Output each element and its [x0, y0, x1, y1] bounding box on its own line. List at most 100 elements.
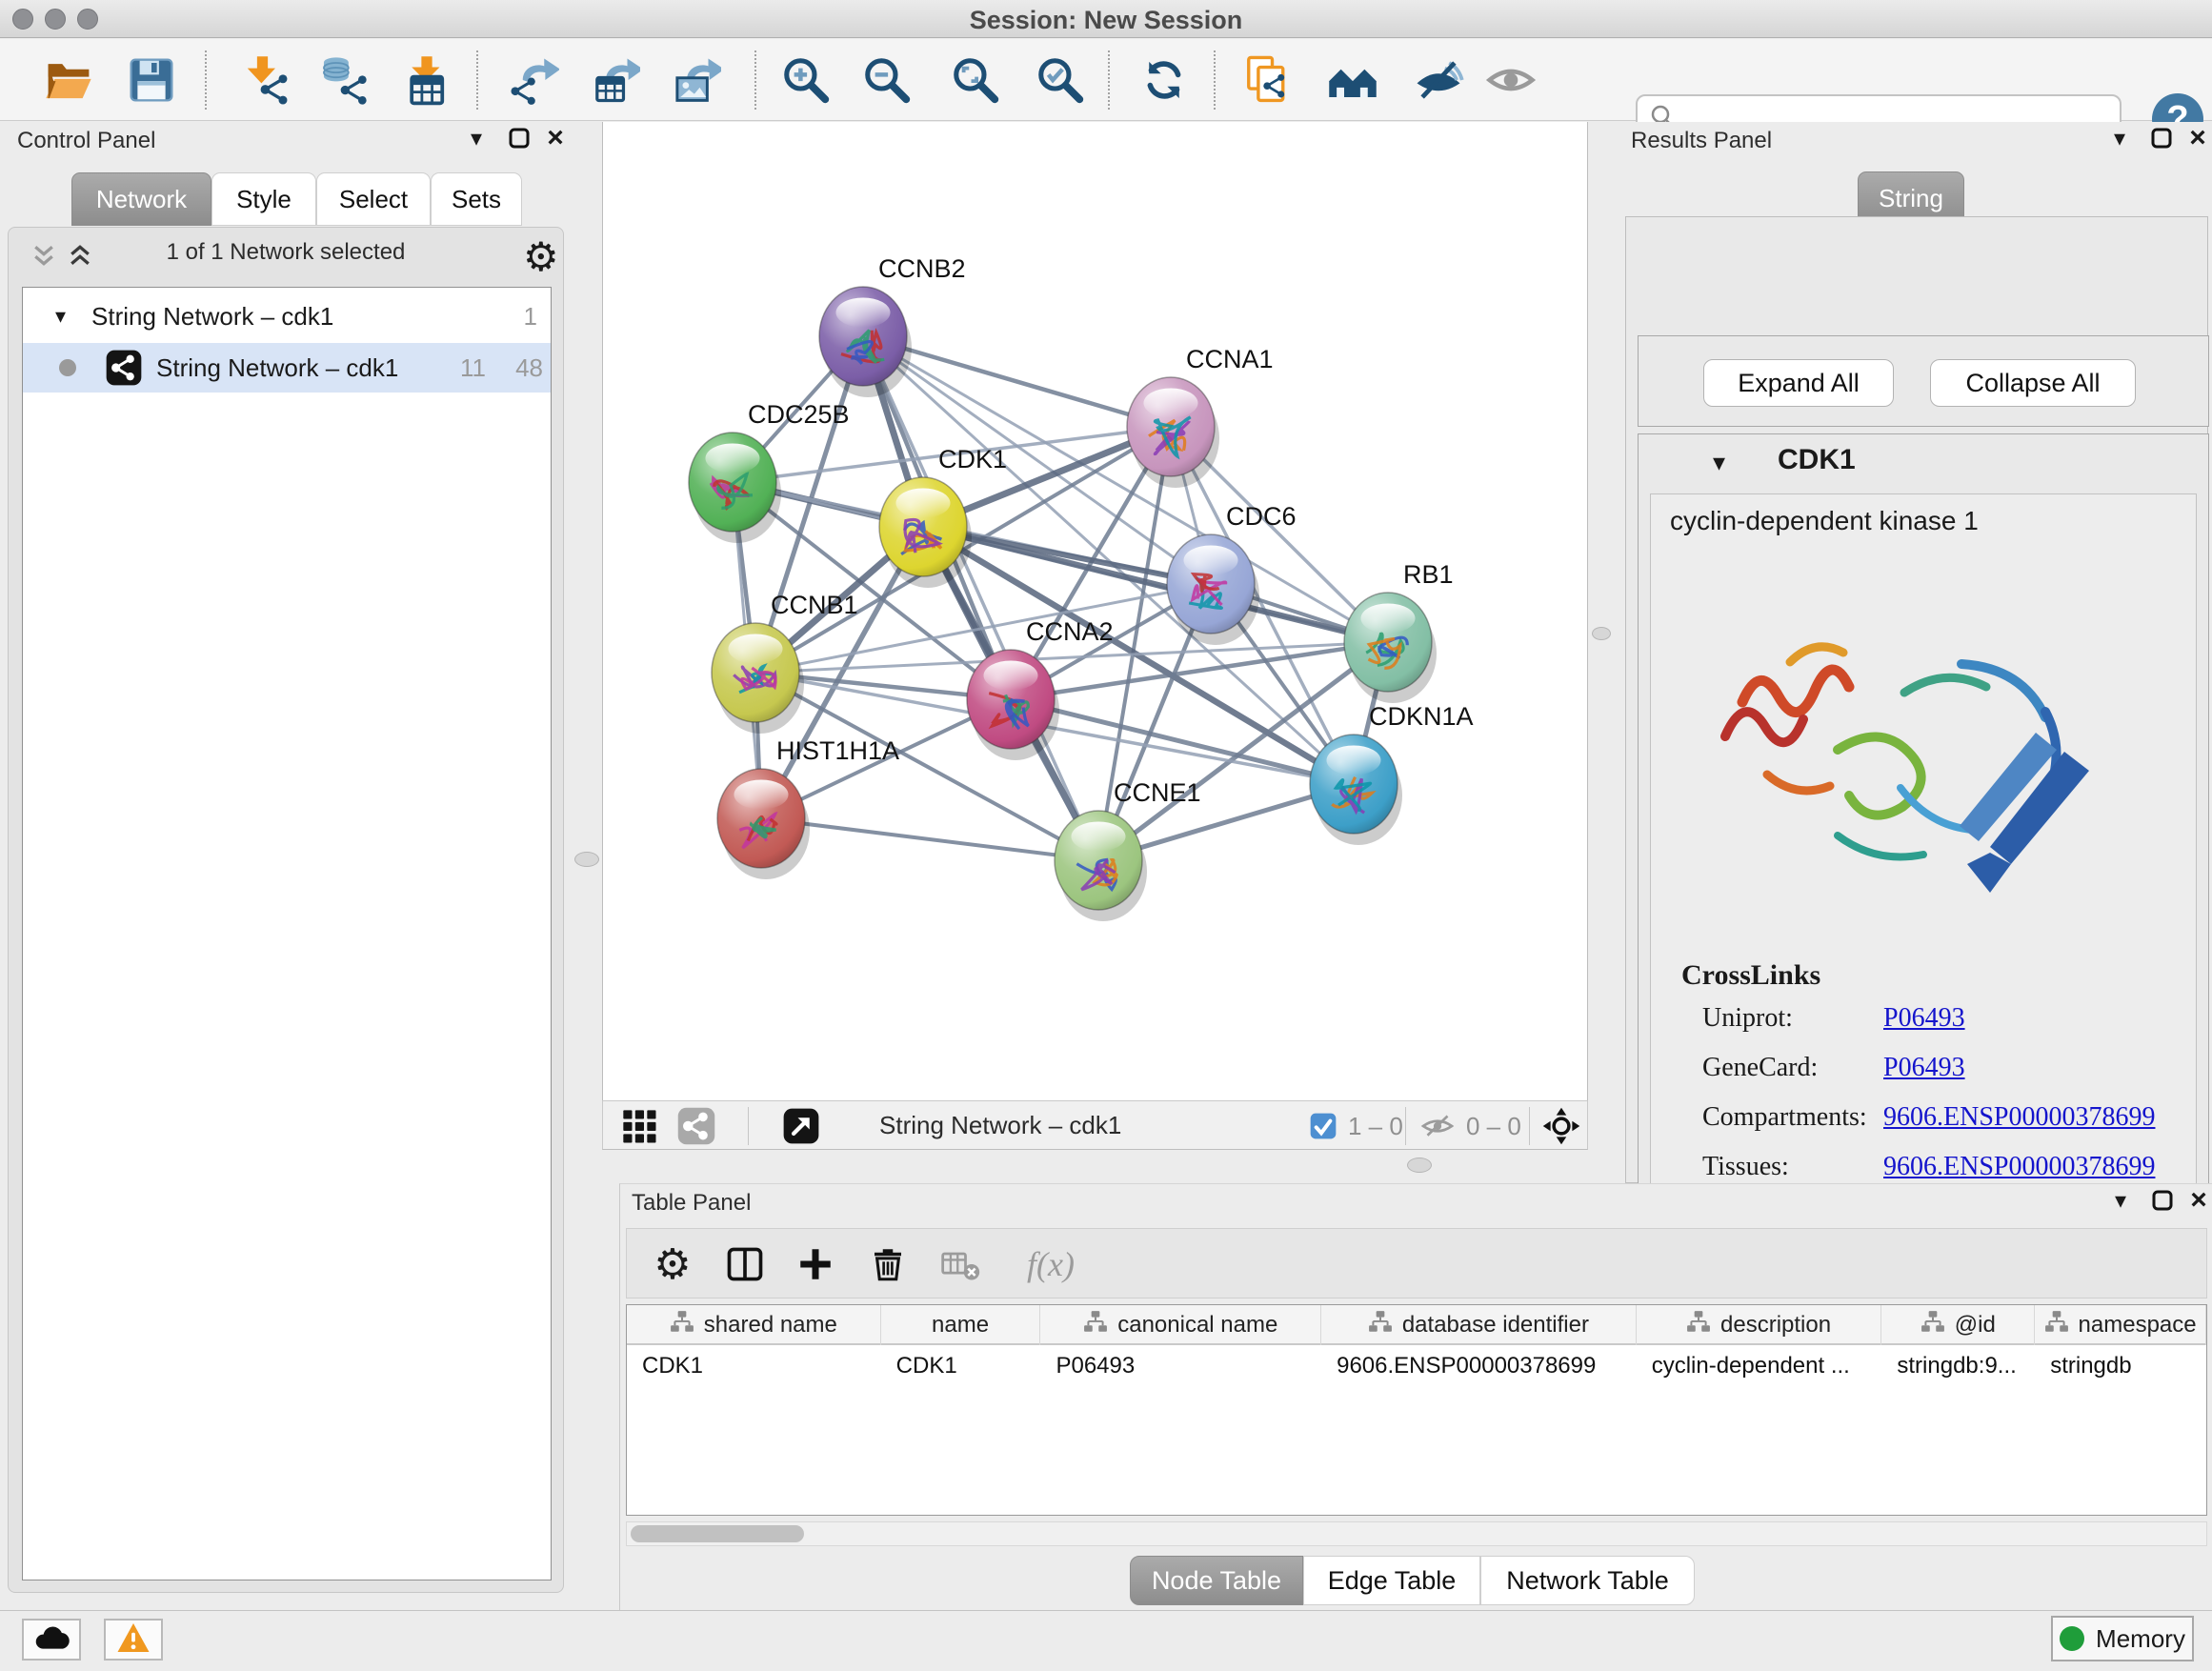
import-table-icon[interactable] [400, 53, 453, 107]
protein-description: cyclin-dependent kinase 1 [1670, 506, 1979, 536]
zoom-fit-icon[interactable] [949, 53, 1002, 107]
left-splitter-handle[interactable] [574, 852, 599, 867]
network-node-RB1[interactable]: RB1 [1344, 560, 1454, 703]
tab-node-table[interactable]: Node Table [1130, 1556, 1303, 1605]
two-houses-icon[interactable] [1326, 53, 1379, 107]
column-header--id[interactable]: @id [1881, 1305, 2035, 1345]
collection-name: String Network – cdk1 [91, 302, 333, 332]
export-network-icon[interactable] [507, 53, 560, 107]
crosslink-value-link[interactable]: 9606.ENSP00000378699 [1883, 1152, 2155, 1182]
panel-close-icon[interactable]: × [539, 122, 572, 154]
delete-column-trash-icon[interactable] [863, 1239, 913, 1289]
add-column-plus-icon[interactable] [791, 1239, 840, 1289]
show-all-eye-icon[interactable] [1484, 53, 1538, 107]
edge-CCNB2-CCNE1[interactable] [863, 336, 1098, 860]
zoom-out-icon[interactable] [860, 53, 914, 107]
save-session-icon[interactable] [125, 53, 178, 107]
selected-checkbox-icon[interactable] [1306, 1105, 1340, 1147]
expand-all-button[interactable]: Expand All [1703, 359, 1894, 407]
refresh-icon[interactable] [1137, 53, 1191, 107]
table-cell[interactable]: P06493 [1040, 1347, 1321, 1385]
collapse-all-button[interactable]: Collapse All [1930, 359, 2136, 407]
tab-style[interactable]: Style [211, 172, 316, 226]
edge-HIST1H1A-CCNE1[interactable] [761, 818, 1098, 860]
open-in-window-icon[interactable] [780, 1105, 822, 1147]
memory-button[interactable]: Memory [2051, 1616, 2194, 1661]
panel-close-icon[interactable]: × [2182, 1184, 2212, 1217]
table-cell[interactable]: stringdb [2035, 1347, 2206, 1385]
memory-label: Memory [2096, 1624, 2185, 1654]
protein-section: ▾ CDK1 cyclin-dependent kinase 1 [1638, 433, 2209, 1276]
network-tree-row[interactable]: ▾ String Network – cdk1 1 [23, 292, 551, 341]
export-image-icon[interactable] [669, 53, 722, 107]
column-header-description[interactable]: description [1637, 1305, 1882, 1345]
crosslink-value-link[interactable]: P06493 [1883, 1053, 1965, 1083]
gear-icon[interactable]: ⚙ [523, 233, 559, 280]
duplicate-network-icon[interactable] [1241, 53, 1295, 107]
tab-network-table[interactable]: Network Table [1480, 1556, 1695, 1605]
network-node-CCNE1[interactable]: CCNE1 [1055, 778, 1201, 921]
crosslink-value-link[interactable]: P06493 [1883, 1003, 1965, 1034]
zoom-selected-icon[interactable] [1034, 53, 1087, 107]
delete-table-icon[interactable] [935, 1239, 985, 1289]
column-header-name[interactable]: name [881, 1305, 1041, 1345]
bottom-splitter-handle[interactable] [1407, 1158, 1432, 1173]
open-session-icon[interactable] [42, 53, 95, 107]
panel-menu-chevron-icon[interactable]: ▾ [460, 122, 493, 154]
panel-float-icon[interactable] [503, 122, 535, 154]
scrollbar-thumb[interactable] [631, 1525, 804, 1542]
fit-selected-crosshair-icon[interactable] [1540, 1105, 1582, 1147]
tab-sets[interactable]: Sets [431, 172, 522, 226]
tab-select[interactable]: Select [316, 172, 431, 226]
import-network-icon[interactable] [240, 53, 293, 107]
cloud-status-button[interactable] [22, 1619, 81, 1661]
table-cell[interactable]: CDK1 [627, 1347, 881, 1385]
column-header-namespace[interactable]: namespace [2035, 1305, 2206, 1345]
hidden-eye-slash-icon[interactable] [1418, 1105, 1457, 1147]
zoom-in-icon[interactable] [779, 53, 833, 107]
panel-close-icon[interactable]: × [2182, 122, 2212, 154]
panel-float-icon[interactable] [2145, 122, 2178, 154]
network-node-CCNB2[interactable]: CCNB2 [819, 254, 966, 397]
network-node-HIST1H1A[interactable]: HIST1H1A [717, 736, 899, 879]
right-splitter-handle[interactable] [1592, 627, 1611, 640]
column-label: namespace [2079, 1312, 2197, 1339]
warning-icon [116, 1621, 151, 1659]
table-row[interactable]: CDK1CDK1P064939606.ENSP00000378699cyclin… [627, 1347, 2206, 1385]
network-view-toolbar: String Network – cdk1 1 – 0 0 – 0 [602, 1100, 1588, 1150]
import-network-database-icon[interactable] [319, 53, 372, 107]
gear-icon[interactable]: ⚙ [648, 1239, 697, 1289]
column-label: database identifier [1402, 1312, 1589, 1339]
table-cell[interactable]: CDK1 [881, 1347, 1041, 1385]
network-node-CCNB1[interactable]: CCNB1 [712, 591, 858, 734]
collapse-section-icon[interactable]: ▾ [1713, 448, 1725, 477]
column-header-shared-name[interactable]: shared name [627, 1305, 881, 1345]
panel-menu-chevron-icon[interactable]: ▾ [2104, 1184, 2137, 1217]
crosslink-value-link[interactable]: 9606.ENSP00000378699 [1883, 1102, 2155, 1133]
birdseye-grid-icon[interactable] [618, 1105, 660, 1147]
subnetwork-count: 1 [499, 302, 537, 332]
column-header-canonical-name[interactable]: canonical name [1040, 1305, 1321, 1345]
panel-menu-chevron-icon[interactable]: ▾ [2103, 122, 2136, 154]
network-canvas[interactable]: CCNB2CCNA1CDC25BCDK1CDC6RB1CCNB1CCNA2CDK… [602, 122, 1588, 1100]
column-header-database-identifier[interactable]: database identifier [1321, 1305, 1637, 1345]
node-label-CCNE1: CCNE1 [1114, 778, 1201, 807]
network-tree-row[interactable]: String Network – cdk11148 [23, 343, 551, 393]
hide-selected-eye-icon[interactable] [1412, 53, 1465, 107]
network-node-CDKN1A[interactable]: CDKN1A [1310, 702, 1474, 845]
show-columns-icon[interactable] [720, 1239, 770, 1289]
horizontal-scrollbar[interactable] [626, 1521, 2207, 1546]
network-node-CCNA1[interactable]: CCNA1 [1127, 345, 1274, 488]
panel-float-icon[interactable] [2146, 1184, 2179, 1217]
share-network-icon[interactable] [675, 1105, 717, 1147]
table-cell[interactable]: 9606.ENSP00000378699 [1321, 1347, 1637, 1385]
function-builder-icon[interactable]: f(x) [1008, 1239, 1094, 1289]
tree-expander-icon[interactable]: ▾ [55, 304, 66, 329]
table-cell[interactable]: cyclin-dependent ... [1637, 1347, 1882, 1385]
tab-edge-table[interactable]: Edge Table [1303, 1556, 1480, 1605]
table-cell[interactable]: stringdb:9... [1881, 1347, 2035, 1385]
current-network-name: String Network – cdk1 [879, 1111, 1121, 1140]
export-table-icon[interactable] [588, 53, 641, 107]
warning-status-button[interactable] [104, 1619, 163, 1661]
tab-network[interactable]: Network [71, 172, 211, 226]
